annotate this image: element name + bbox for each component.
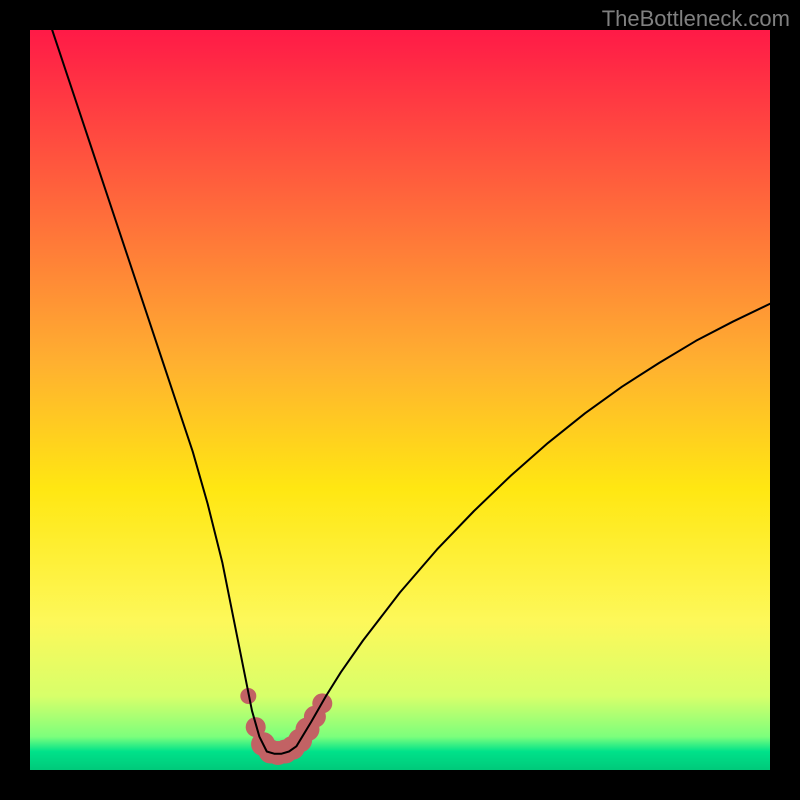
chart-svg: [30, 30, 770, 770]
watermark-text: TheBottleneck.com: [602, 6, 790, 32]
gradient-background: [30, 30, 770, 770]
plot-area: [30, 30, 770, 770]
chart-frame: TheBottleneck.com: [0, 0, 800, 800]
